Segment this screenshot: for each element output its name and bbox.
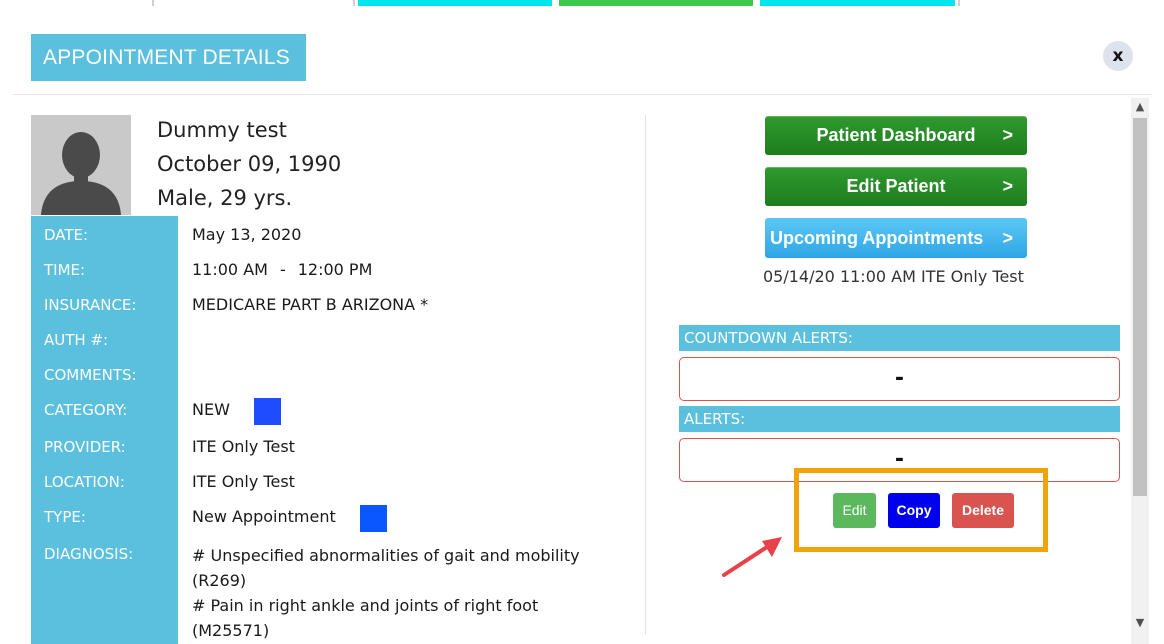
scrollbar-thumb[interactable]: [1133, 118, 1147, 496]
upcoming-appointments-button[interactable]: Upcoming Appointments >: [765, 218, 1027, 258]
diagnosis-line: (M25571): [192, 621, 270, 640]
patient-sex-age: Male, 29 yrs.: [157, 186, 293, 210]
date-value: May 13, 2020: [192, 225, 302, 244]
scrollbar[interactable]: ▲ ▼: [1131, 98, 1149, 644]
countdown-alerts-box: -: [679, 357, 1120, 401]
chevron-right-icon: >: [1002, 228, 1013, 248]
highlight-box: [794, 468, 1048, 552]
patient-dashboard-label: Patient Dashboard: [816, 125, 976, 145]
category-value: NEW: [192, 400, 230, 419]
diagnosis-label: DIAGNOSIS:: [44, 545, 134, 563]
provider-value: ITE Only Test: [192, 437, 295, 456]
header-divider: [12, 94, 1152, 95]
location-label: LOCATION:: [44, 473, 125, 491]
time-end: 12:00 PM: [297, 260, 373, 279]
appointment-details-modal: APPOINTMENT DETAILS x Dummy test October…: [0, 6, 1164, 644]
time-separator: -: [279, 260, 286, 279]
category-color-swatch: [254, 398, 281, 425]
time-value: 11:00 AM -12:00 PM: [192, 260, 372, 279]
type-label: TYPE:: [44, 508, 86, 526]
edit-patient-button[interactable]: Edit Patient >: [765, 167, 1027, 206]
type-color-swatch: [360, 505, 387, 532]
avatar-silhouette-icon: [31, 115, 131, 215]
patient-dashboard-button[interactable]: Patient Dashboard >: [765, 116, 1027, 155]
avatar: [31, 115, 131, 215]
scroll-down-icon[interactable]: ▼: [1131, 614, 1149, 632]
diagnosis-line: (R269): [192, 571, 247, 590]
time-start: 11:00 AM: [192, 260, 268, 279]
chevron-right-icon: >: [1002, 176, 1013, 196]
comments-label: COMMENTS:: [44, 366, 137, 384]
upcoming-appointment-entry[interactable]: 05/14/20 11:00 AM ITE Only Test: [763, 267, 1024, 286]
location-value: ITE Only Test: [192, 472, 295, 491]
close-icon[interactable]: x: [1103, 41, 1133, 71]
diagnosis-list: # Unspecified abnormalities of gait and …: [192, 543, 632, 643]
scroll-up-icon[interactable]: ▲: [1131, 98, 1149, 116]
details-label-column: [31, 216, 178, 644]
chevron-right-icon: >: [1002, 125, 1013, 145]
modal-title: APPOINTMENT DETAILS: [31, 34, 306, 81]
diagnosis-line: # Pain in right ankle and joints of righ…: [192, 596, 539, 615]
annotation-arrow-icon: [722, 537, 782, 577]
patient-name: Dummy test: [157, 118, 287, 142]
column-divider: [645, 115, 646, 635]
upcoming-appointments-label: Upcoming Appointments: [770, 228, 984, 248]
insurance-value: MEDICARE PART B ARIZONA *: [192, 295, 429, 314]
countdown-alerts-header: COUNTDOWN ALERTS:: [679, 325, 1120, 351]
provider-label: PROVIDER:: [44, 438, 126, 456]
category-label: CATEGORY:: [44, 401, 128, 419]
patient-dob: October 09, 1990: [157, 152, 342, 176]
type-value: New Appointment: [192, 507, 336, 526]
time-label: TIME:: [44, 261, 86, 279]
insurance-label: INSURANCE:: [44, 296, 137, 314]
auth-label: AUTH #:: [44, 331, 109, 349]
diagnosis-line: # Unspecified abnormalities of gait and …: [192, 546, 580, 565]
alerts-header: ALERTS:: [679, 406, 1120, 432]
date-label: DATE:: [44, 226, 89, 244]
edit-patient-label: Edit Patient: [846, 176, 946, 196]
